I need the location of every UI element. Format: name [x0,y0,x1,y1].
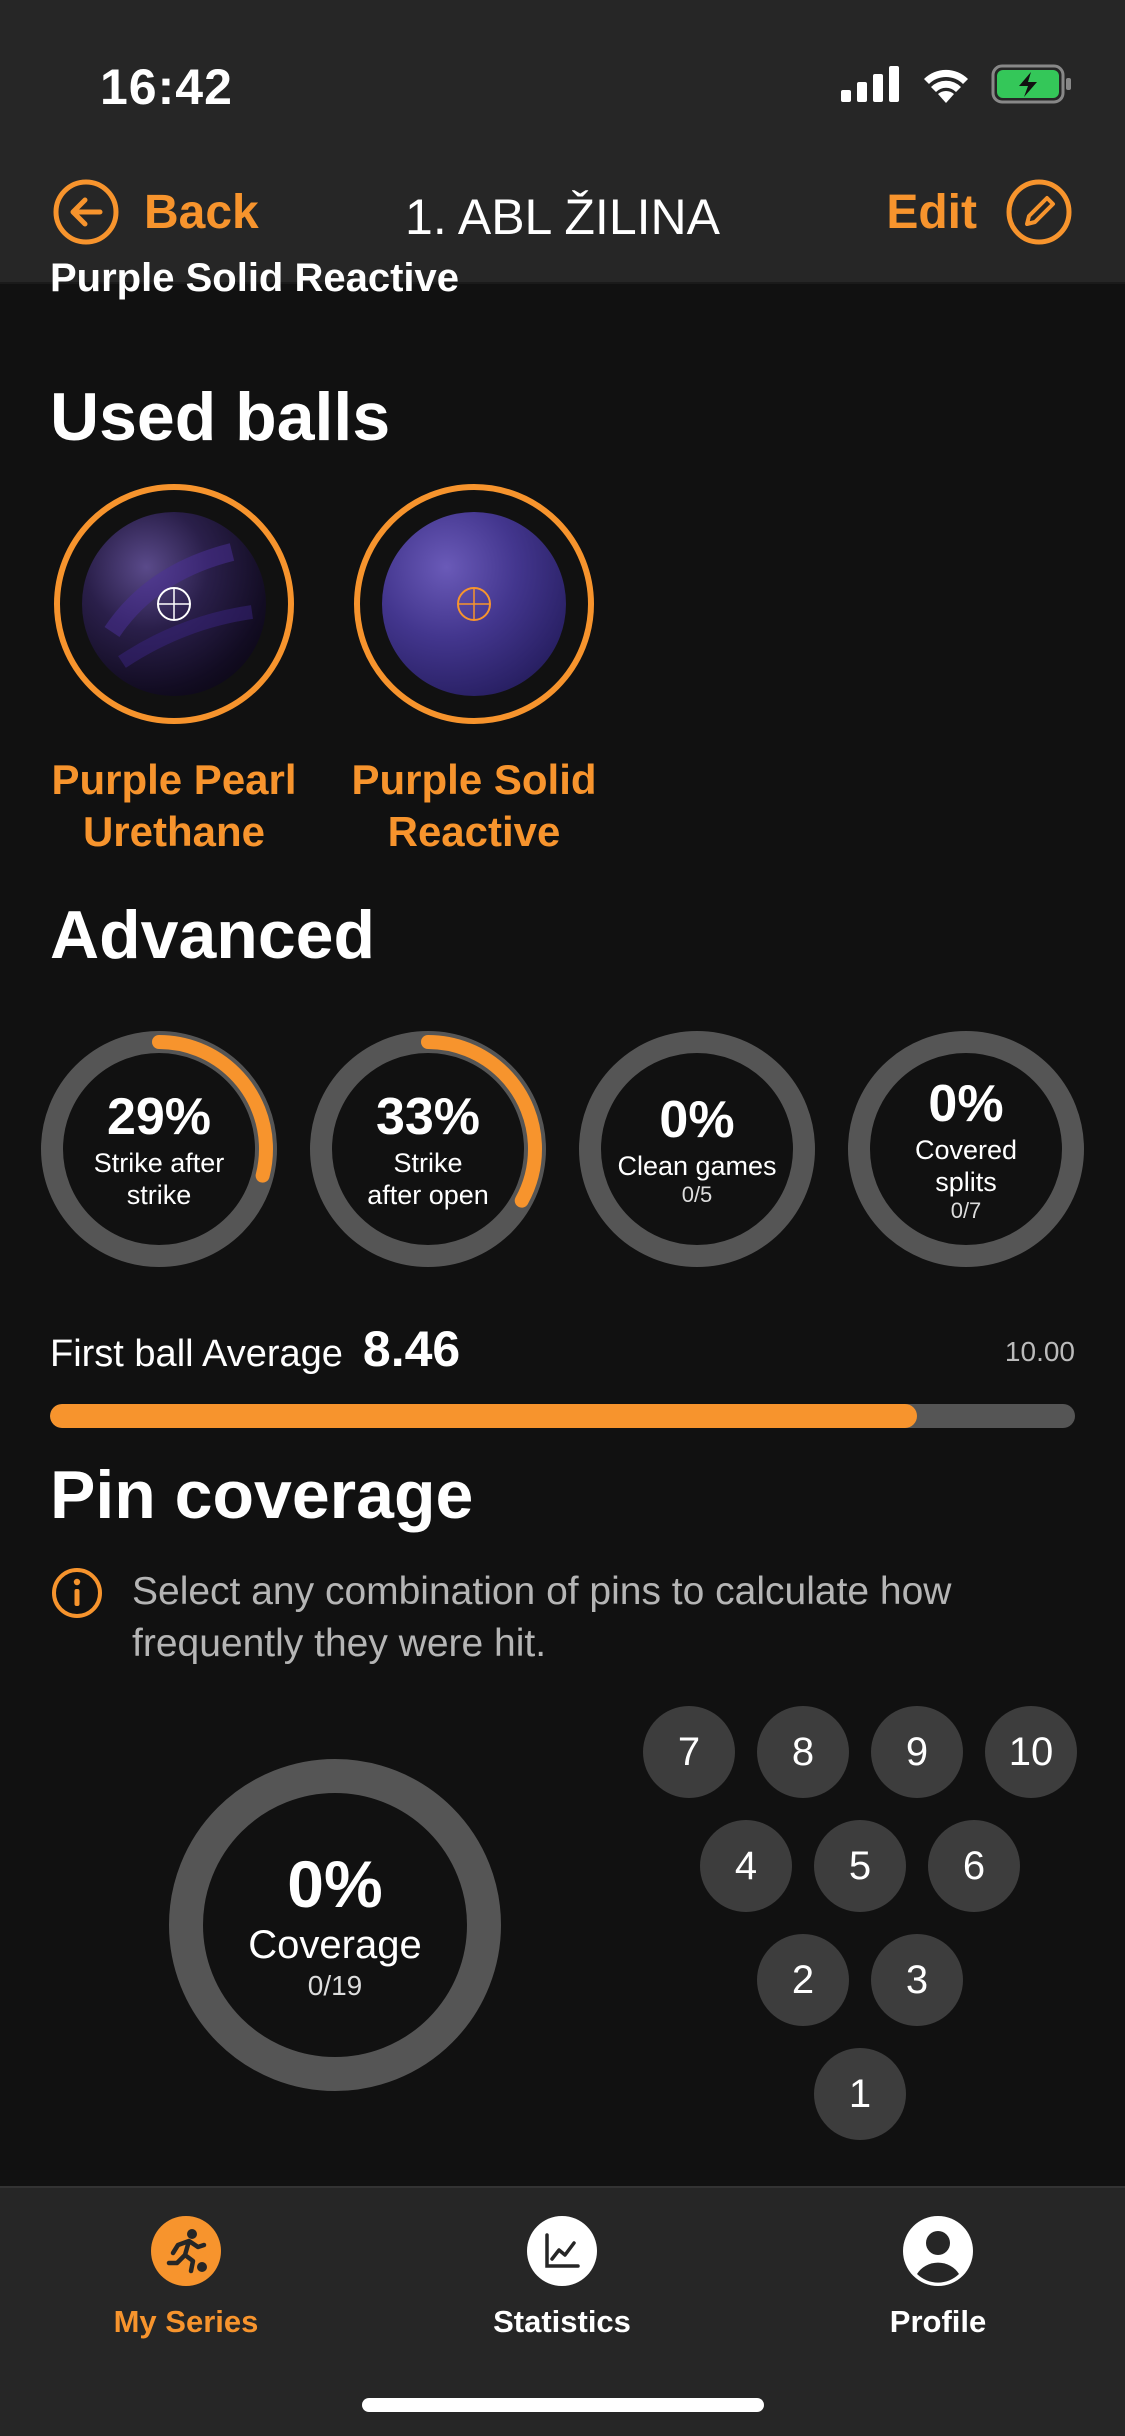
first-ball-average: First ball Average 8.46 [50,1320,460,1378]
coverage-value: 0% [287,1847,383,1921]
coverage-ring: 0% Coverage 0/19 [168,1758,502,2092]
pin-8[interactable]: 8 [757,1706,849,1798]
stat-label: Strike [393,1148,463,1178]
person-icon [903,2216,973,2286]
bowling-ball-image [382,512,566,696]
first-ball-label: First ball Average [50,1333,343,1375]
first-ball-max: 10.00 [1004,1336,1075,1367]
stat-count: 0/7 [950,1198,982,1223]
stat-value: 0% [659,1091,735,1149]
stat-label: strike [126,1180,192,1210]
stat-label: Covered [914,1135,1018,1165]
chart-icon [527,2216,597,2286]
edit-label: Edit [886,185,977,239]
pin-1[interactable]: 1 [814,2048,906,2140]
stat-label: Clean games [617,1151,777,1181]
bowling-ball-image [82,512,266,696]
pin-2[interactable]: 2 [757,1934,849,2026]
ball-card-purple-solid[interactable]: Purple Solid Reactive [324,484,624,858]
tab-bar: My Series Statistics Profile [0,2186,1125,2436]
covered-splits-ring: 0% Covered splits 0/7 [841,1024,1091,1274]
pin-9[interactable]: 9 [871,1706,963,1798]
stat-value: 0% [928,1075,1004,1133]
stat-label: after open [367,1180,489,1210]
pin-3[interactable]: 3 [871,1934,963,2026]
tab-profile[interactable]: Profile [788,2216,1088,2340]
tab-label: Profile [889,2304,987,2339]
bowler-icon [151,2216,221,2286]
coverage-label: Coverage [248,1923,422,1967]
status-bar: 16:42 [0,0,1125,160]
scrolled-ball-title: Purple Solid Reactive [50,256,460,300]
first-ball-value: 8.46 [362,1321,461,1377]
cellular-signal-icon [841,66,899,102]
stat-value: 29% [106,1088,212,1146]
pin-5[interactable]: 5 [814,1820,906,1912]
home-indicator[interactable] [362,2398,764,2412]
info-text: Select any combination of pins to calcul… [132,1570,952,1665]
strike-after-open-ring: 33% Strike after open [303,1024,553,1274]
tab-label: Statistics [493,2304,631,2339]
status-icons [841,64,1073,104]
battery-charging-icon [991,64,1071,104]
pin-6[interactable]: 6 [928,1820,1020,1912]
pin-10[interactable]: 10 [985,1706,1077,1798]
ball-name: Purple Solid Reactive [351,756,597,855]
pencil-icon [1006,179,1072,245]
used-balls-heading: Used balls [50,379,391,455]
stat-label: Strike after [93,1148,225,1178]
stat-label: splits [935,1167,997,1197]
clean-games-ring: 0% Clean games 0/5 [572,1024,822,1274]
pin-coverage-heading: Pin coverage [50,1457,474,1533]
tab-my-series[interactable]: My Series [36,2216,336,2340]
ball-ring [354,484,594,724]
pin-coverage-info: Select any combination of pins to calcul… [50,1566,1080,1670]
wifi-icon [924,69,968,103]
info-icon [52,1568,102,1618]
coverage-count: 0/19 [307,1970,363,2001]
edit-button[interactable]: Edit [886,178,1073,246]
pin-4[interactable]: 4 [700,1820,792,1912]
ball-name: Purple Pearl Urethane [51,756,297,855]
stat-count: 0/5 [681,1182,713,1207]
tab-label: My Series [113,2304,259,2339]
ball-card-purple-pearl[interactable]: Purple Pearl Urethane [24,484,324,858]
first-ball-progress-fill [50,1404,918,1428]
strike-after-strike-ring: 29% Strike after strike [34,1024,284,1274]
tab-statistics[interactable]: Statistics [412,2216,712,2340]
stat-value: 33% [375,1088,481,1146]
advanced-heading: Advanced [50,897,375,973]
ball-ring [54,484,294,724]
status-time: 16:42 [100,59,233,115]
first-ball-progress-bar [50,1404,1075,1428]
pin-7[interactable]: 7 [643,1706,735,1798]
